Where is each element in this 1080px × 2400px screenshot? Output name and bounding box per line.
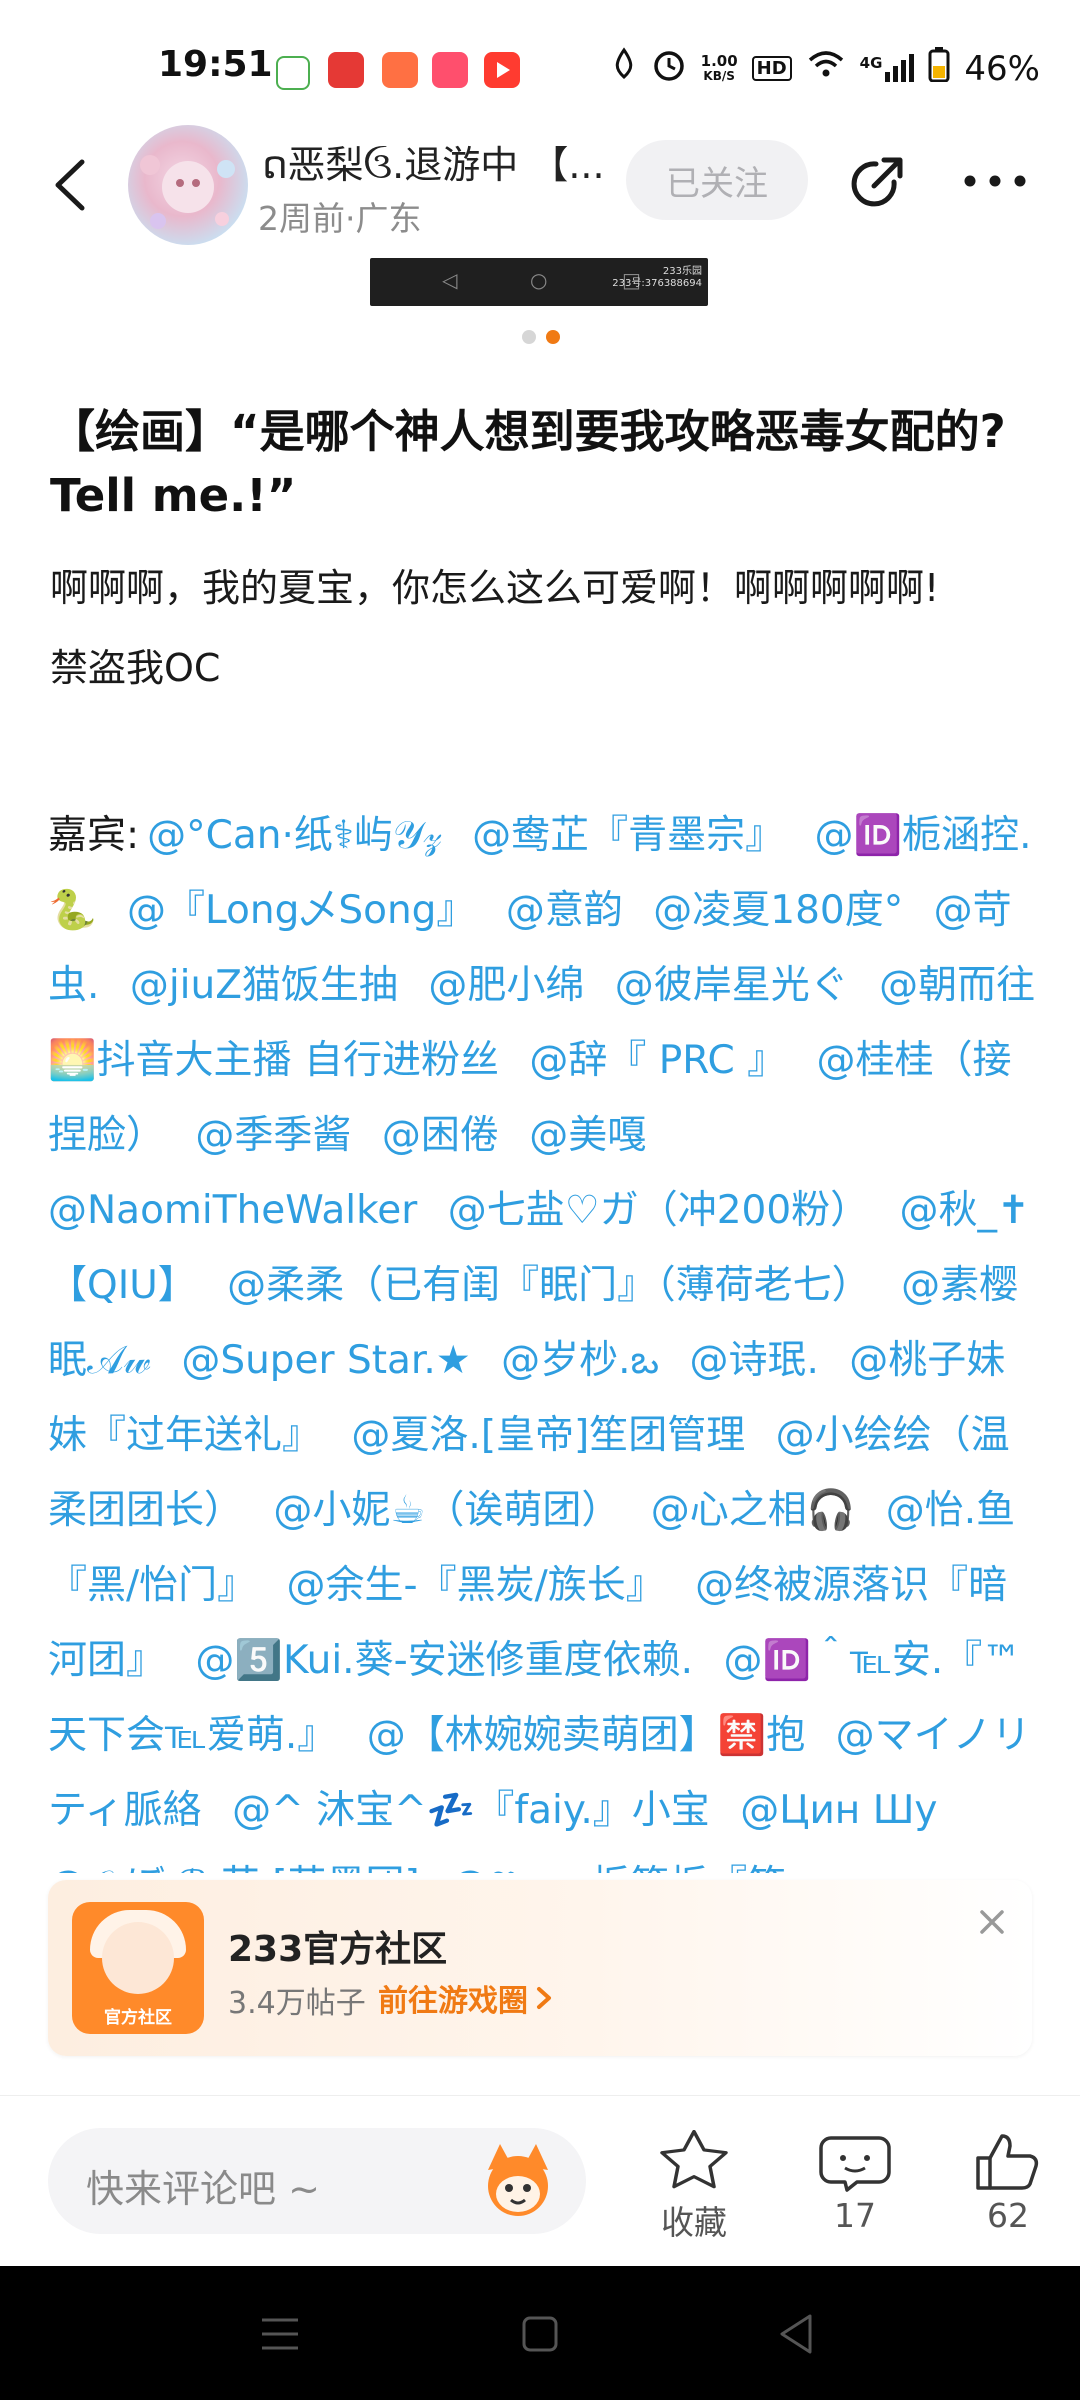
guest-list: 嘉宾: @°Can·纸⚕屿𝒴𝓏 @鸯芷『青墨宗』 @🆔栀涵控.🐍 @『Long乄S… <box>48 798 1038 1873</box>
nav-home-icon: ○ <box>530 268 548 292</box>
mention-link[interactable]: @美嘎 <box>529 1113 646 1158</box>
mention-link[interactable]: @余生-『黑炭/族长』 <box>287 1563 665 1608</box>
image-watermark: 233乐园 233号:376388694 <box>612 266 702 289</box>
post-image[interactable]: ◁ ○ □ 233乐园 233号:376388694 <box>370 258 708 306</box>
back-nav-icon[interactable] <box>776 2312 816 2360</box>
mention-link[interactable]: @诗珉. <box>689 1338 818 1383</box>
post-title: 【绘画】“是哪个神人想到要我攻略恶毒女配的? Tell me.!” <box>50 405 1006 522</box>
post-body: 啊啊啊，我的夏宝，你怎么这么可爱啊！啊啊啊啊啊! 禁盗我OC <box>50 548 1040 708</box>
mention-link[interactable]: @岁杪.ఒ <box>501 1338 659 1383</box>
menu-icon[interactable] <box>260 2314 300 2358</box>
battery-percent: 46% <box>964 48 1040 89</box>
comments-count: 17 <box>834 2196 876 2235</box>
mention-link[interactable]: @辞『 PRC 』 <box>529 1038 786 1083</box>
wifi-icon <box>806 48 846 89</box>
page-indicator-2-active <box>546 330 560 344</box>
mention-link[interactable]: @『Long乄Song』 <box>127 888 475 933</box>
system-nav-bar <box>0 2266 1080 2400</box>
chevron-right-icon <box>537 1987 551 2009</box>
mention-link[interactable]: @5️⃣Kui.葵-安迷修重度依赖. <box>195 1638 693 1683</box>
share-icon[interactable] <box>846 152 908 214</box>
collect-button[interactable]: 收藏 <box>634 2129 754 2244</box>
mention-link[interactable]: @彼岸星光ぐ <box>615 963 849 1008</box>
status-indicators: 1.00 KB/S HD 4G 46% <box>611 46 1040 91</box>
battery-icon <box>928 46 950 91</box>
community-card[interactable]: 官方社区 233官方社区 3.4万帖子 前往游戏圈 <box>48 1880 1032 2056</box>
nav-back-icon: ◁ <box>442 268 458 292</box>
follow-button[interactable]: 已关注 <box>626 140 808 220</box>
mention-link[interactable]: @NaomiTheWalker <box>48 1188 417 1233</box>
comments-button[interactable]: 17 <box>795 2130 915 2235</box>
mention-link[interactable]: @七盐♡ガ（冲200粉） <box>448 1188 869 1233</box>
mention-link[interactable]: @柔柔（已有闺『眠门』（薄荷老七） <box>227 1263 871 1308</box>
community-icon: 官方社区 <box>72 1902 204 2034</box>
goto-game-circle-label: 前往游戏圈 <box>378 1984 528 2019</box>
mention-link[interactable]: @意韵 <box>506 888 623 933</box>
comment-placeholder: 快来评论吧 ~ <box>86 2167 320 2211</box>
comment-bubble-icon <box>819 2136 891 2192</box>
mention-link[interactable]: @季季酱 <box>195 1113 351 1158</box>
community-post-count: 3.4万帖子 <box>228 1986 366 2021</box>
community-title: 233官方社区 <box>228 1929 448 1970</box>
home-app-icon <box>276 56 310 90</box>
mention-link[interactable]: @^ 沐宝^💤『faiy.』小宝 <box>232 1788 710 1833</box>
avatar[interactable] <box>128 125 248 245</box>
signal-icon: 4G <box>860 53 915 84</box>
likes-count: 62 <box>987 2196 1029 2235</box>
like-button[interactable]: 62 <box>948 2130 1068 2235</box>
mention-link[interactable]: @𝒪𝓈ぼ ℛ 茧 [苦墨团] <box>48 1863 420 1873</box>
guests-label: 嘉宾: <box>48 813 140 858</box>
mascot-emoji-icon[interactable] <box>478 2140 558 2224</box>
mention-link[interactable]: @Super Star.★ <box>181 1338 470 1383</box>
hd-badge: HD <box>751 56 792 81</box>
page-indicator-1 <box>522 330 536 344</box>
home-icon[interactable] <box>520 2314 560 2358</box>
collect-label: 收藏 <box>661 2203 727 2242</box>
heart-app-icon <box>328 52 364 88</box>
mention-link[interactable]: @小妮☕（诶萌团） <box>273 1488 620 1533</box>
post-body-line: 啊啊啊，我的夏宝，你怎么这么可爱啊！啊啊啊啊啊! <box>50 566 940 610</box>
mention-link[interactable]: @【林婉婉卖萌团】🈲抱 <box>367 1713 806 1758</box>
more-icon[interactable] <box>962 170 1028 192</box>
star-icon <box>660 2129 728 2189</box>
mention-link[interactable]: @肥小绵 <box>428 963 584 1008</box>
play-app-icon <box>484 52 520 88</box>
mention-link[interactable]: @𝕽𝖔𝖘 · 栀筱栀『笙 <box>450 1863 786 1873</box>
video-app-icon <box>432 52 468 88</box>
mention-link[interactable]: @Цин Шу <box>740 1788 937 1833</box>
mention-link[interactable]: @心之相🎧 <box>651 1488 856 1533</box>
orange-app-icon <box>382 52 418 88</box>
mention-link[interactable]: @鸯芷『青墨宗』 <box>472 813 784 858</box>
post-meta: 2周前·广东 <box>258 199 422 238</box>
alarm-icon <box>651 46 687 91</box>
goto-game-circle-link[interactable]: 前往游戏圈 <box>378 1976 554 2020</box>
post-body-line: 禁盗我OC <box>50 646 221 690</box>
net-speed: 1.00 KB/S <box>700 51 738 83</box>
mention-link[interactable]: @困倦 <box>382 1113 499 1158</box>
mention-link[interactable]: @夏洛.[皇帝]笙团管理 <box>351 1413 745 1458</box>
author-name[interactable]: ດ恶梨ઉ.退游中 【... <box>262 134 622 189</box>
mention-link[interactable]: @凌夏180度° <box>653 888 903 933</box>
close-icon[interactable] <box>972 1902 1012 1942</box>
drop-icon <box>611 47 637 90</box>
back-button[interactable] <box>48 150 92 220</box>
thumbs-up-icon <box>976 2134 1039 2190</box>
status-bar: 19:51 1.00 KB/S HD 4G 46% <box>0 0 1080 140</box>
community-icon-label: 官方社区 <box>104 2008 172 2028</box>
mention-link[interactable]: @°Can·纸⚕屿𝒴𝓏 <box>147 813 442 858</box>
mention-link[interactable]: @jiuZ猫饭生抽 <box>130 963 398 1008</box>
mentions-container: @°Can·纸⚕屿𝒴𝓏 @鸯芷『青墨宗』 @🆔栀涵控.🐍 @『Long乄Song… <box>48 813 1035 1873</box>
status-time: 19:51 <box>158 44 273 85</box>
